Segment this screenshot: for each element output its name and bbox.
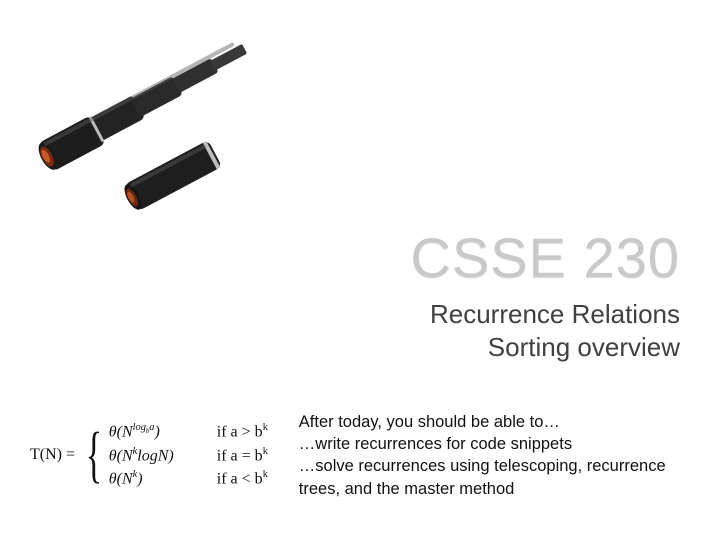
formula-case-2: θ(NklogN) if a = bk	[109, 446, 281, 465]
case-2-expr: θ(NklogN)	[109, 446, 199, 465]
telescope-image	[15, 20, 275, 220]
case-1-expr: θ(Nlogba)	[109, 422, 199, 441]
formula-case-3: θ(Nk) if a < bk	[109, 469, 281, 488]
bottom-row: T(N) = { θ(Nlogba) if a > bk θ(NklogN) i…	[30, 411, 690, 500]
subtitle: Recurrence Relations Sorting overview	[411, 298, 681, 363]
formula-lhs: T(N) =	[30, 446, 75, 464]
case-3-expr: θ(Nk)	[109, 469, 199, 488]
case-2-cond: if a = bk	[217, 446, 281, 465]
case-1-cond: if a > bk	[217, 422, 281, 441]
formula-case-1: θ(Nlogba) if a > bk	[109, 422, 281, 441]
subtitle-line2: Sorting overview	[488, 332, 680, 362]
learning-objectives: After today, you should be able to……writ…	[299, 411, 690, 500]
case-3-cond: if a < bk	[217, 469, 281, 488]
title-block: CSSE 230 Recurrence Relations Sorting ov…	[411, 225, 681, 363]
master-theorem-formula: T(N) = { θ(Nlogba) if a > bk θ(NklogN) i…	[30, 422, 281, 488]
subtitle-line1: Recurrence Relations	[430, 299, 680, 329]
formula-cases: θ(Nlogba) if a > bk θ(NklogN) if a = bk …	[109, 422, 281, 488]
telescope-svg	[15, 20, 275, 220]
curly-brace-icon: {	[86, 428, 102, 483]
course-title: CSSE 230	[411, 225, 681, 290]
slide: CSSE 230 Recurrence Relations Sorting ov…	[0, 0, 720, 540]
